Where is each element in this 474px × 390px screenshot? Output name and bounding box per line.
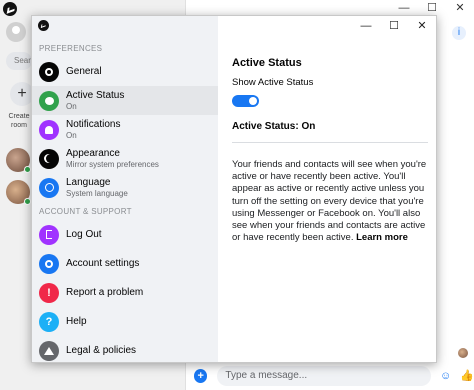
section-preferences: PREFERENCES (39, 44, 103, 53)
section-account-support: ACCOUNT & SUPPORT (39, 207, 132, 216)
menu-label: Active Status (66, 89, 125, 101)
create-room-label[interactable]: Create room (4, 112, 34, 130)
message-input[interactable]: Type a message... (217, 366, 431, 386)
description-body: Your friends and contacts will see when … (232, 159, 427, 244)
maximize-button[interactable]: ☐ (418, 0, 446, 16)
warning-icon (39, 282, 59, 303)
legal-icon (39, 340, 59, 361)
sticker-icon[interactable]: ☺ (439, 369, 452, 383)
menu-sublabel: System language (66, 188, 128, 198)
menu-item-notifications[interactable]: Notifications On (32, 115, 218, 144)
window-controls: — ☐ ✕ (390, 0, 474, 16)
search-input[interactable]: Sear (6, 52, 32, 70)
like-icon[interactable]: 👍 (460, 369, 474, 383)
menu-sublabel: On (66, 101, 77, 111)
dialog-window-controls: — ☐ ✕ (352, 16, 436, 36)
menu-label: Notifications (66, 118, 121, 130)
menu-label: Help (66, 315, 87, 327)
minimize-button[interactable]: — (352, 16, 380, 36)
gear-icon (39, 253, 59, 274)
preferences-dialog: PREFERENCES General Active Status On Not… (31, 15, 437, 363)
logout-icon (39, 224, 59, 245)
description-text: Your friends and contacts will see when … (232, 159, 432, 244)
online-indicator-icon (24, 198, 31, 205)
menu-item-general[interactable]: General (32, 57, 218, 86)
menu-item-account-settings[interactable]: Account settings (32, 249, 218, 278)
close-button[interactable]: ✕ (408, 16, 436, 36)
maximize-button[interactable]: ☐ (380, 16, 408, 36)
read-receipt-avatar (458, 348, 468, 358)
preferences-sidebar: PREFERENCES General Active Status On Not… (32, 16, 218, 362)
globe-icon (39, 177, 59, 198)
active-status-icon (39, 90, 59, 111)
learn-more-link[interactable]: Learn more (356, 232, 408, 243)
menu-label: Account settings (66, 257, 140, 269)
status-text: Active Status: On (232, 121, 316, 132)
menu-item-appearance[interactable]: Appearance Mirror system preferences (32, 144, 218, 173)
close-button[interactable]: ✕ (446, 0, 474, 16)
divider (232, 142, 428, 143)
message-composer: + Type a message... ☺ 👍 (186, 362, 474, 390)
menu-label: General (66, 65, 102, 77)
menu-sublabel: Mirror system preferences (66, 159, 159, 169)
active-status-toggle[interactable] (232, 95, 259, 107)
menu-item-report-problem[interactable]: Report a problem (32, 278, 218, 307)
minimize-button[interactable]: — (390, 0, 418, 16)
menu-item-legal-policies[interactable]: Legal & policies (32, 336, 218, 365)
toggle-label: Show Active Status (232, 77, 314, 88)
messenger-logo-icon (38, 20, 49, 31)
online-indicator-icon (24, 166, 31, 173)
menu-label: Appearance (66, 147, 120, 159)
menu-sublabel: On (66, 130, 77, 140)
moon-icon (39, 148, 59, 169)
bell-icon (39, 119, 59, 140)
info-icon[interactable]: i (452, 26, 466, 40)
profile-avatar[interactable] (6, 22, 26, 42)
messenger-logo-icon (3, 2, 17, 16)
gear-icon (39, 61, 59, 82)
add-icon[interactable]: + (194, 369, 208, 383)
menu-item-language[interactable]: Language System language (32, 173, 218, 202)
menu-item-help[interactable]: Help (32, 307, 218, 336)
menu-label: Legal & policies (66, 344, 137, 356)
menu-item-active-status[interactable]: Active Status On (32, 86, 218, 115)
menu-label: Log Out (66, 228, 102, 240)
menu-label: Language (66, 176, 111, 188)
menu-label: Report a problem (66, 286, 144, 298)
page-title: Active Status (232, 57, 302, 69)
help-icon (39, 311, 59, 332)
menu-item-log-out[interactable]: Log Out (32, 220, 218, 249)
